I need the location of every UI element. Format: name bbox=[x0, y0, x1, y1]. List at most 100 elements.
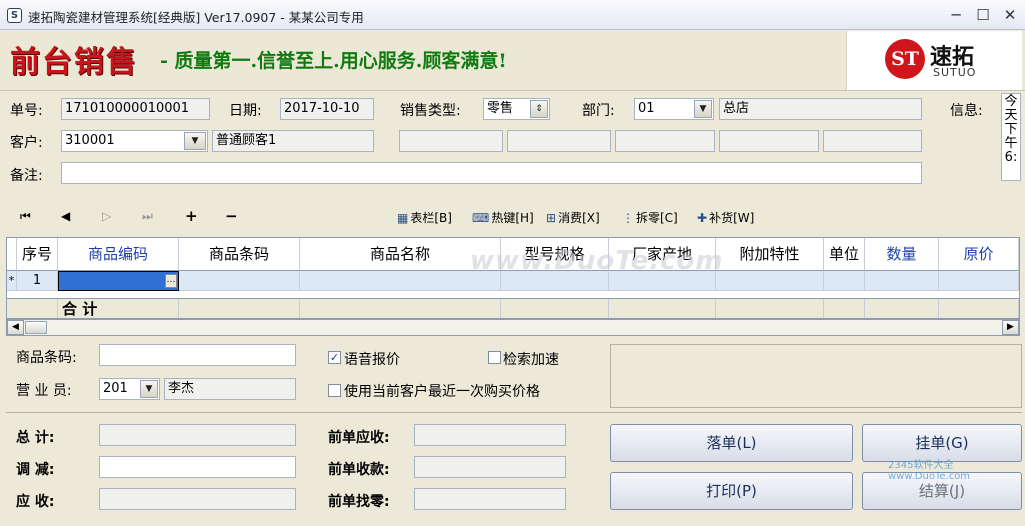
chevron-down-icon[interactable]: ▼ bbox=[184, 132, 206, 150]
extra-field-2 bbox=[507, 130, 611, 152]
columns-button[interactable]: ▦ 表栏[B] bbox=[397, 209, 452, 226]
row-code-cell[interactable]: … bbox=[58, 271, 179, 291]
last-price-checkbox[interactable] bbox=[328, 384, 341, 397]
spin-icon[interactable]: ⇕ bbox=[530, 100, 548, 118]
grid-total-row: 合 计 bbox=[7, 299, 1019, 318]
department-value: 01 bbox=[638, 101, 655, 116]
total-cell bbox=[179, 299, 300, 318]
sale-type-select[interactable]: 零售 ⇕ bbox=[483, 98, 550, 120]
corner-watermark: 2345软件大全 www.DuoTe.com bbox=[888, 460, 971, 482]
customer-label: 客户: bbox=[10, 135, 43, 151]
prev-received-field bbox=[414, 456, 566, 478]
split-button-label: 拆零[C] bbox=[636, 211, 678, 225]
consume-button-label: 消费[X] bbox=[558, 211, 600, 225]
hotkey-button-label: 热键[H] bbox=[491, 211, 534, 225]
grid-header-code[interactable]: 商品编码 bbox=[58, 238, 179, 271]
date-label: 日期: bbox=[229, 103, 262, 119]
split-icon: ⋮ bbox=[622, 211, 634, 225]
extra-field-1 bbox=[399, 130, 503, 152]
grid-header-price[interactable]: 原价 bbox=[939, 238, 1019, 271]
grid-empty-space bbox=[7, 291, 1019, 299]
columns-button-label: 表栏[B] bbox=[410, 211, 452, 225]
info-ticker: 今天下午6: bbox=[1001, 93, 1021, 181]
logo-name-en: SUTUO bbox=[933, 66, 977, 79]
info-label: 信息: bbox=[950, 103, 983, 119]
close-button[interactable]: ✕ bbox=[997, 4, 1023, 26]
watermark: www.DuoTe.com bbox=[470, 246, 724, 276]
customer-value: 310001 bbox=[65, 133, 115, 148]
salesperson-select[interactable]: 201 ▼ bbox=[99, 378, 160, 400]
ellipsis-icon[interactable]: … bbox=[165, 274, 177, 288]
prev-receivable-label: 前单应收: bbox=[328, 430, 390, 446]
prev-change-label: 前单找零: bbox=[328, 494, 390, 510]
customer-name-field: 普通顾客1 bbox=[212, 130, 374, 152]
last-record-icon[interactable]: ⏭ bbox=[142, 209, 153, 224]
total-cell bbox=[501, 299, 609, 318]
date-field[interactable]: 2017-10-10 bbox=[280, 98, 374, 120]
remark-input[interactable] bbox=[61, 162, 922, 184]
grid-header-seq[interactable]: 序号 bbox=[17, 238, 58, 271]
grid-header-barcode[interactable]: 商品条码 bbox=[179, 238, 300, 271]
place-order-button[interactable]: 落单(L) bbox=[610, 424, 853, 462]
grid-total-label: 合 计 bbox=[58, 299, 179, 318]
hotkey-button[interactable]: ⌨ 热键[H] bbox=[472, 209, 534, 226]
row-qty-cell[interactable] bbox=[865, 271, 939, 291]
scroll-right-icon[interactable]: ▶ bbox=[1002, 320, 1019, 335]
consume-button[interactable]: ⊞ 消费[X] bbox=[546, 209, 600, 226]
keyboard-icon: ⌨ bbox=[472, 211, 490, 225]
barcode-label: 商品条码: bbox=[16, 350, 77, 366]
minimize-button[interactable]: ─ bbox=[943, 4, 969, 26]
delete-row-icon[interactable]: − bbox=[225, 207, 238, 225]
search-speed-checkbox[interactable] bbox=[488, 351, 501, 364]
row-attr-cell[interactable] bbox=[716, 271, 824, 291]
total-cell bbox=[609, 299, 716, 318]
split-button[interactable]: ⋮ 拆零[C] bbox=[622, 209, 678, 226]
prev-record-icon[interactable]: ◀ bbox=[61, 209, 70, 223]
scroll-left-icon[interactable]: ◀ bbox=[7, 320, 24, 335]
company-logo: ST 速拓 SUTUO bbox=[846, 31, 1022, 90]
restock-button[interactable]: ✚ 补货[W] bbox=[697, 209, 754, 226]
receivable-field bbox=[99, 488, 296, 510]
chevron-down-icon[interactable]: ▼ bbox=[140, 380, 158, 398]
maximize-button[interactable]: ☐ bbox=[970, 4, 996, 26]
row-barcode-cell[interactable] bbox=[179, 271, 300, 291]
order-no-field[interactable]: 171010000010001 bbox=[61, 98, 210, 120]
order-no-label: 单号: bbox=[10, 103, 43, 119]
first-record-icon[interactable]: ⏮ bbox=[20, 209, 31, 224]
customer-select[interactable]: 310001 ▼ bbox=[61, 130, 208, 152]
print-button[interactable]: 打印(P) bbox=[610, 472, 853, 510]
voice-quote-label[interactable]: 语音报价 bbox=[344, 349, 400, 369]
scrollbar-thumb[interactable] bbox=[25, 321, 47, 334]
logo-mark: ST bbox=[885, 39, 925, 79]
voice-quote-checkbox[interactable]: ✓ bbox=[328, 351, 341, 364]
department-select[interactable]: 01 ▼ bbox=[634, 98, 714, 120]
grid-horizontal-scrollbar[interactable]: ◀ ▶ bbox=[6, 319, 1020, 336]
restock-button-label: 补货[W] bbox=[709, 211, 755, 225]
total-label: 总 计: bbox=[16, 430, 55, 446]
row-price-cell[interactable] bbox=[939, 271, 1019, 291]
grid-header-attr[interactable]: 附加特性 bbox=[716, 238, 824, 271]
barcode-input[interactable] bbox=[99, 344, 296, 366]
grid-indicator-header bbox=[7, 238, 17, 271]
total-qty-cell bbox=[865, 299, 939, 318]
salesperson-name-field: 李杰 bbox=[164, 378, 296, 400]
total-cell bbox=[716, 299, 824, 318]
extra-field-4 bbox=[719, 130, 819, 152]
search-speed-label[interactable]: 检索加速 bbox=[503, 349, 559, 369]
last-price-label[interactable]: 使用当前客户最近一次购买价格 bbox=[344, 381, 540, 401]
restock-icon: ✚ bbox=[697, 211, 708, 225]
next-record-icon[interactable]: ▷ bbox=[102, 209, 111, 223]
remark-label: 备注: bbox=[10, 168, 43, 184]
banner: 前台销售 - 质量第一.信誉至上.用心服务.顾客满意! ST 速拓 SUTUO bbox=[0, 31, 1025, 91]
chevron-down-icon[interactable]: ▼ bbox=[694, 100, 712, 118]
salesperson-label: 营 业 员: bbox=[16, 383, 72, 399]
department-label: 部门: bbox=[582, 103, 615, 119]
extra-field-3 bbox=[615, 130, 715, 152]
department-name-field: 总店 bbox=[719, 98, 922, 120]
sale-type-value: 零售 bbox=[487, 101, 514, 116]
row-unit-cell[interactable] bbox=[824, 271, 865, 291]
adjust-input[interactable] bbox=[99, 456, 296, 478]
grid-header-unit[interactable]: 单位 bbox=[824, 238, 865, 271]
grid-header-qty[interactable]: 数量 bbox=[865, 238, 939, 271]
add-row-icon[interactable]: + bbox=[185, 207, 198, 225]
